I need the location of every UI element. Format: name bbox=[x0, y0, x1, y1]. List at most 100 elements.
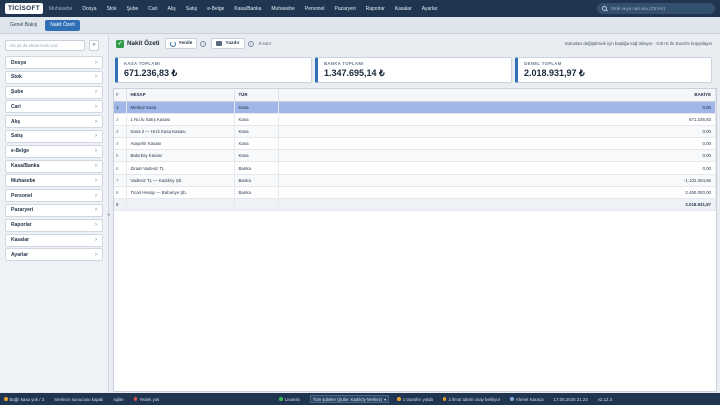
chevron-down-icon: ▾ bbox=[384, 396, 387, 402]
top-navbar: TİCİSOFT Muhasebe Dosya Stok Şube Cari A… bbox=[0, 0, 720, 17]
row-account-name: Vadesiz TL — Kadıköy Şb. bbox=[126, 174, 235, 187]
table-row[interactable]: 2 1 No.lu Satış Kasası Kasa 671.236,83 bbox=[114, 113, 716, 126]
global-search[interactable] bbox=[597, 3, 715, 14]
sidebar-resize-handle-icon[interactable]: ◂ bbox=[107, 212, 111, 218]
printer-icon bbox=[216, 41, 223, 46]
status-db: sqlite bbox=[113, 397, 123, 402]
sidebar-item-muhasebe[interactable]: Muhasebe › bbox=[5, 174, 103, 188]
sidebar-item-label: Dosya bbox=[11, 59, 27, 66]
sidebar-item-stok[interactable]: Stok › bbox=[5, 70, 103, 84]
column-header-bakiye[interactable]: BAKİYE bbox=[278, 89, 716, 102]
status-transfer-text: 1 transfer yolda bbox=[402, 396, 433, 402]
table-row[interactable]: 5 Bakırköy Kasası Kasa 0,00 bbox=[114, 149, 716, 163]
status-backup-text: Yedek yok bbox=[139, 396, 160, 402]
row-balance: 0,00 bbox=[278, 101, 716, 114]
sidebar-item-dosya[interactable]: Dosya › bbox=[5, 56, 103, 69]
status-version: v2.12.3 bbox=[598, 397, 612, 402]
menu-kasa-banka[interactable]: Kasa/Banka bbox=[234, 6, 261, 12]
column-header-tur[interactable]: TÜR bbox=[234, 89, 279, 102]
table-row[interactable]: 4 Ataşehir Kasası Kasa 0,00 bbox=[114, 137, 716, 151]
sidebar-item-satis[interactable]: Satış › bbox=[5, 129, 103, 143]
row-account-type: Kasa bbox=[234, 113, 279, 126]
chevron-right-icon: › bbox=[95, 222, 97, 229]
info-icon[interactable]: i bbox=[247, 40, 254, 47]
menu-ayarlar[interactable]: Ayarlar bbox=[422, 6, 438, 12]
sidebar-item-label: Kasalar bbox=[11, 237, 30, 244]
status-cash-register-text: Bağlı kasa yok / 3 bbox=[9, 396, 45, 402]
row-balance: 0,00 bbox=[278, 161, 716, 175]
menu-raporlar[interactable]: Raporlar bbox=[366, 6, 385, 12]
row-account-name: Merkez Kasa bbox=[126, 101, 235, 114]
menu-stok[interactable]: Stok bbox=[107, 6, 117, 12]
chevron-right-icon: › bbox=[95, 148, 97, 155]
sidebar-item-label: Kasa/Banka bbox=[11, 163, 40, 170]
sidebar-item-label: Raporlar bbox=[11, 222, 32, 229]
sidebar-item-kasalar[interactable]: Kasalar › bbox=[5, 233, 103, 247]
status-pending-text: 2 ilmot talebi onay bekliyor bbox=[448, 396, 501, 402]
row-count: 8 satır bbox=[258, 41, 272, 46]
branch-select-value: Tüm şubeler (Şube: Kadıköy Merkez) bbox=[312, 396, 383, 402]
refresh-button[interactable]: Yenile bbox=[164, 38, 198, 49]
table-total-row: 8 2.018.931,97 bbox=[114, 197, 716, 212]
row-account-name: Kasa 2 — Hızlı Kasa Kasası bbox=[126, 125, 235, 139]
row-account-type: Banka bbox=[234, 174, 279, 187]
menu-alis[interactable]: Alış bbox=[167, 6, 175, 12]
table-row[interactable]: 7 Vadesiz TL — Kadıköy Şb. Banka -1.102.… bbox=[114, 174, 716, 187]
main-panel: ✓ Nakit Özeti Yenile i Yazdır i 8 satır … bbox=[113, 35, 717, 392]
tab-nakit-ozeti[interactable]: Nakit Özeti bbox=[45, 19, 80, 31]
info-icon[interactable]: i bbox=[200, 40, 207, 47]
card-genel-toplam: GENEL TOPLAM 2.018.931,97 ₺ bbox=[515, 57, 712, 83]
card-banka-toplami: BANKA TOPLAMI 1.347.695,14 ₺ bbox=[315, 57, 512, 83]
column-header-index[interactable]: # bbox=[114, 89, 127, 102]
sidebar-item-alis[interactable]: Alış › bbox=[5, 115, 103, 129]
sidebar-item-label: Stok bbox=[11, 74, 22, 81]
status-license-text: Lisanslı bbox=[284, 396, 300, 402]
table-row[interactable]: 8 Ticari Hesap — Bahariye Şb. Banka 2.45… bbox=[114, 186, 716, 200]
menu-e-belge[interactable]: e-Belge bbox=[207, 6, 224, 12]
sidebar-item-ayarlar[interactable]: Ayarlar › bbox=[5, 248, 103, 262]
app-subtitle: Muhasebe bbox=[49, 5, 73, 12]
sidebar-item-sube[interactable]: Şube › bbox=[5, 85, 103, 99]
print-button[interactable]: Yazdır bbox=[211, 38, 245, 49]
column-header-hesap[interactable]: HESAP bbox=[126, 89, 235, 102]
user-icon bbox=[510, 397, 514, 401]
table-row[interactable]: 3 Kasa 2 — Hızlı Kasa Kasası Kasa 0,00 bbox=[114, 125, 716, 139]
tab-genel-bakis[interactable]: Genel Bakış bbox=[5, 20, 42, 31]
sidebar-item-personel[interactable]: Personel › bbox=[5, 189, 103, 203]
sidebar-item-label: Muhasebe bbox=[11, 177, 36, 184]
status-db-text: sqlite bbox=[113, 396, 124, 402]
menu-kasalar[interactable]: Kasalar bbox=[395, 6, 412, 12]
branch-select[interactable]: Tüm şubeler (Şube: Kadıköy Merkez) ▾ bbox=[309, 395, 390, 403]
document-tabs: Genel Bakış Nakit Özeti bbox=[0, 17, 720, 34]
table-row[interactable]: 1 Merkez Kasa Kasa 0,00 bbox=[114, 101, 716, 114]
status-pending[interactable]: 2 ilmot talebi onay bekliyor bbox=[442, 396, 501, 402]
status-user[interactable]: Ahmet Karaca bbox=[510, 397, 544, 402]
row-account-type: Kasa bbox=[234, 137, 279, 151]
row-index: 7 bbox=[114, 174, 127, 187]
chevron-right-icon: › bbox=[95, 118, 97, 125]
menu-satis[interactable]: Satış bbox=[186, 6, 197, 12]
sidebar-item-cari[interactable]: Cari › bbox=[5, 100, 103, 114]
row-account-type: Kasa bbox=[234, 149, 279, 163]
summary-cards: KASA TOPLAMI 671.236,83 ₺ BANKA TOPLAMI … bbox=[115, 57, 717, 83]
status-transfer[interactable]: 1 transfer yolda bbox=[397, 397, 433, 402]
table-row[interactable]: 6 Ziraat Vadesiz TL Banka 0,00 bbox=[114, 161, 716, 175]
sidebar-item-raporlar[interactable]: Raporlar › bbox=[5, 218, 103, 232]
menu-dosya[interactable]: Dosya bbox=[82, 6, 96, 12]
menu-personel[interactable]: Personel bbox=[305, 6, 325, 12]
status-datetime-text: 17.05.2026 21:23 bbox=[553, 396, 588, 402]
menu-pazaryeri[interactable]: Pazaryeri bbox=[334, 6, 355, 12]
sidebar-item-pazaryeri[interactable]: Pazaryeri › bbox=[5, 203, 103, 217]
toolbar: ✓ Nakit Özeti Yenile i Yazdır i 8 satır … bbox=[113, 35, 717, 52]
row-account-type: Banka bbox=[234, 161, 279, 175]
sidebar-search-input[interactable] bbox=[5, 40, 85, 51]
app-logo[interactable]: TİCİSOFT bbox=[5, 3, 44, 14]
status-sync-text: Senkron sunucusu kapalı bbox=[54, 396, 104, 402]
sidebar-item-kasa-banka[interactable]: Kasa/Banka › bbox=[5, 159, 103, 173]
menu-muhasebe[interactable]: Muhasebe bbox=[271, 6, 294, 12]
menu-cari[interactable]: Cari bbox=[148, 6, 157, 12]
global-search-input[interactable] bbox=[611, 6, 711, 11]
menu-sube[interactable]: Şube bbox=[127, 6, 139, 12]
sidebar-item-e-belge[interactable]: e-Belge › bbox=[5, 144, 103, 158]
sidebar-collapse-button[interactable]: « bbox=[89, 40, 99, 51]
